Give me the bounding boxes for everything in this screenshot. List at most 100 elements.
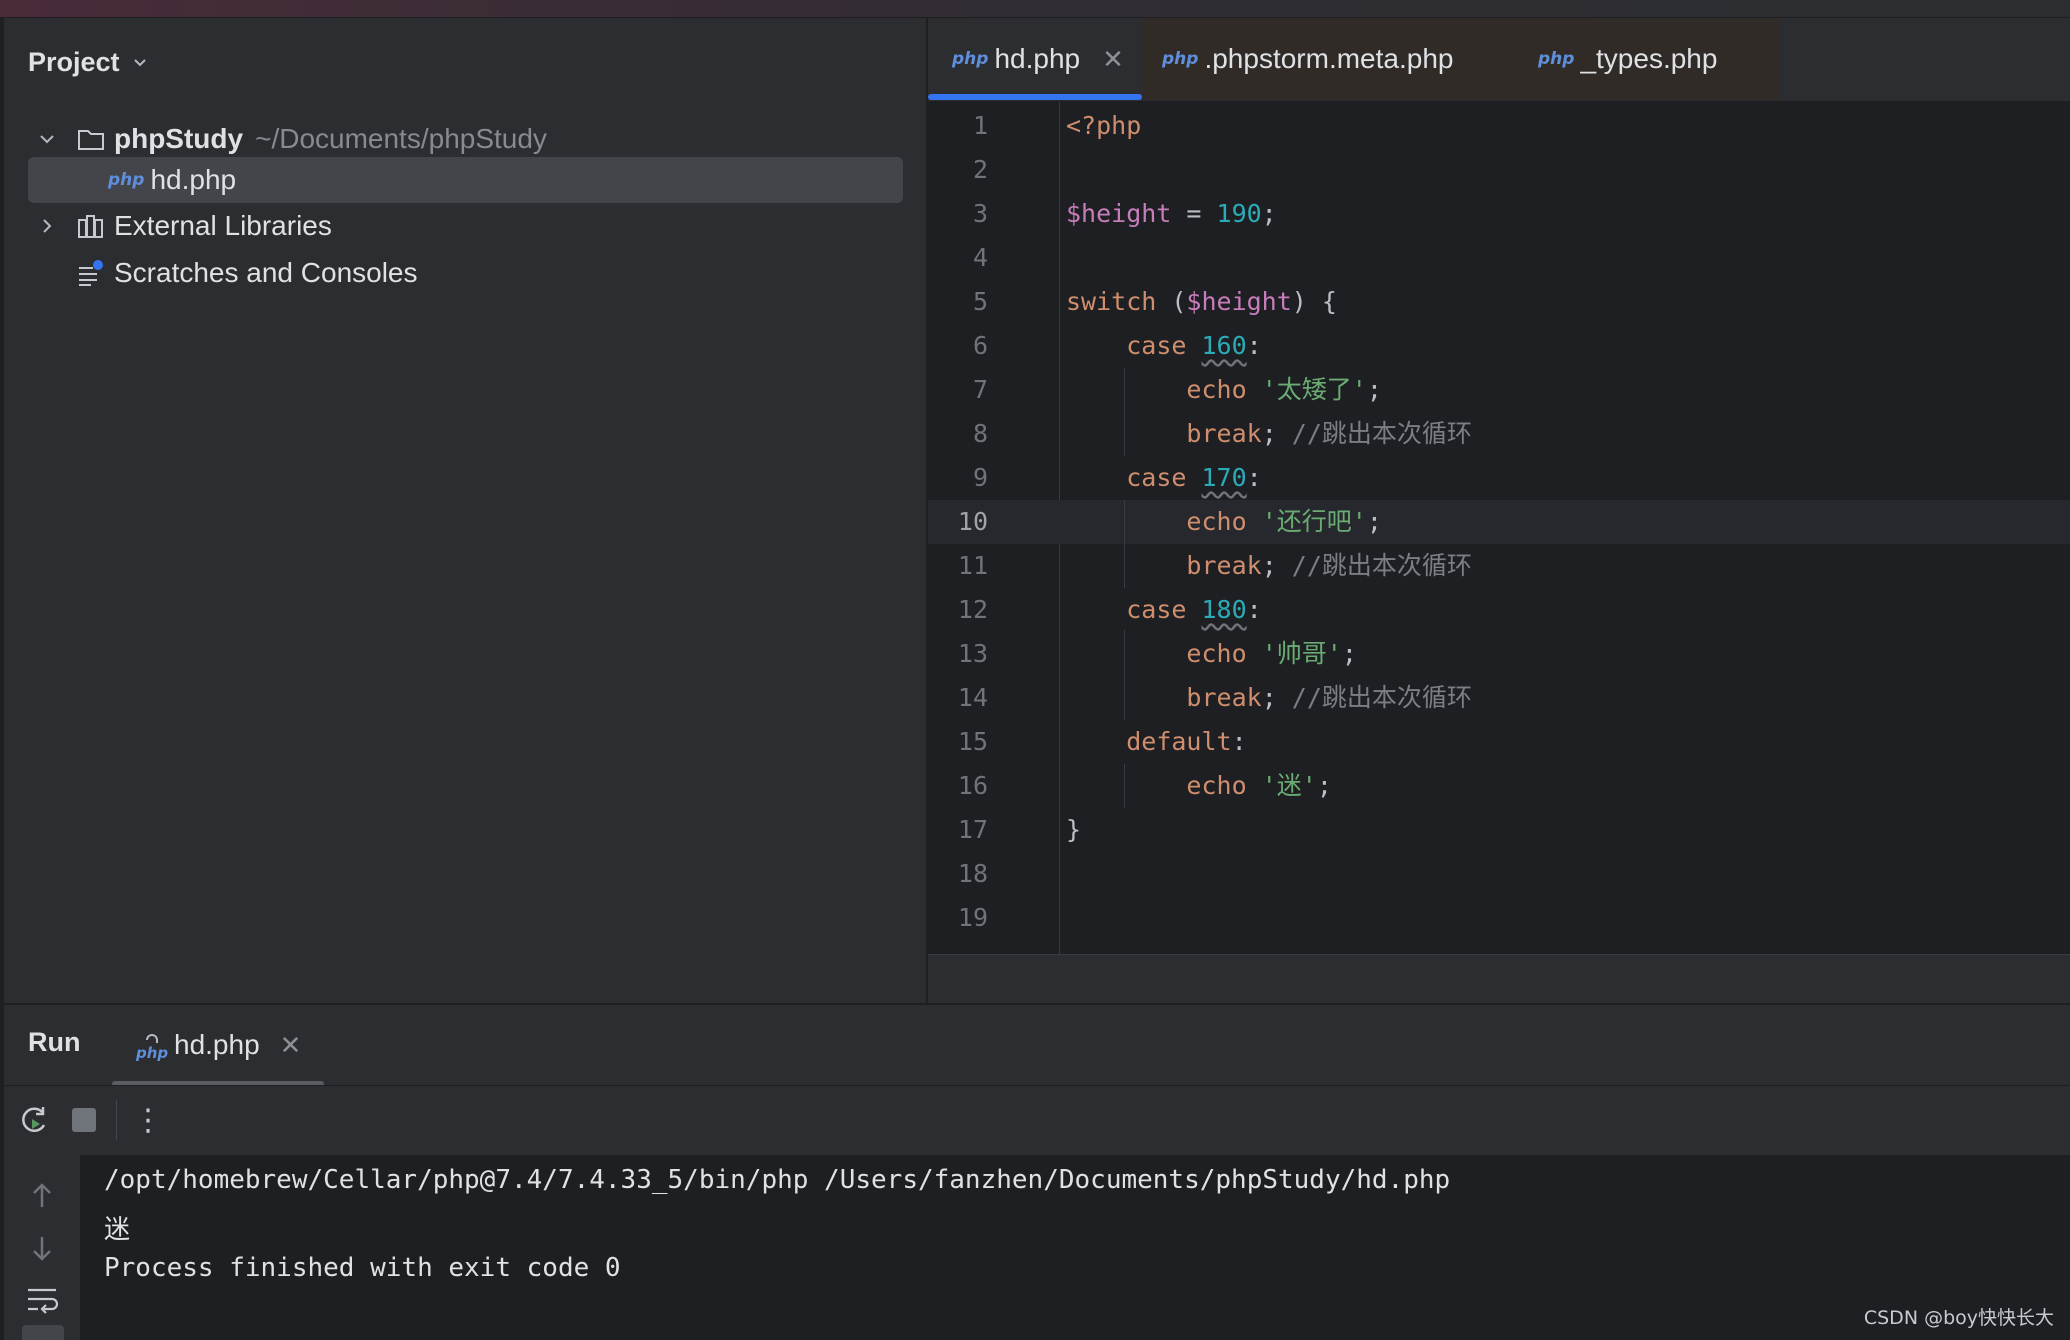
library-icon — [78, 215, 103, 238]
line-number: 6 — [972, 331, 988, 360]
editor-tabbar: php hd.php ✕ php .phpstorm.meta.php php … — [928, 18, 2070, 102]
code-text: <?php — [1066, 111, 1142, 140]
indent-guide — [1124, 764, 1125, 808]
code-line[interactable]: 15 default: — [928, 720, 2070, 764]
code-line[interactable]: 14 break; //跳出本次循环 — [928, 676, 2070, 720]
line-number: 11 — [957, 551, 988, 580]
arrow-down-icon[interactable] — [30, 1233, 54, 1263]
code-text: case 160: — [1126, 331, 1262, 360]
code-editor[interactable]: 1 <?php 2 3 $height = 190; 4 5 switch ($height)… — [928, 102, 2070, 956]
code-text: case 180: — [1126, 595, 1262, 624]
line-number: 15 — [957, 727, 988, 756]
chevron-right-icon[interactable] — [36, 215, 58, 237]
editor-bottom-area — [928, 954, 2070, 1003]
code-line[interactable]: 13 echo '帅哥'; — [928, 632, 2070, 676]
code-text: break; //跳出本次循环 — [1186, 419, 1472, 448]
code-line[interactable]: 4 — [928, 236, 2070, 280]
chevron-down-icon[interactable] — [36, 128, 58, 150]
tree-item-label: phpStudy — [114, 123, 244, 154]
tab-label: _types.php — [1580, 43, 1718, 74]
line-number: 2 — [972, 155, 988, 184]
run-panel-header: Run php hd.php ✕ — [0, 1005, 2070, 1087]
arrow-up-icon[interactable] — [30, 1181, 54, 1211]
run-tab-hd-php[interactable]: php hd.php ✕ — [134, 1023, 301, 1067]
code-line[interactable]: 17} — [928, 808, 2070, 852]
run-tab-label: hd.php — [174, 1029, 260, 1060]
more-options-icon[interactable]: ⋮ — [133, 1102, 163, 1138]
watermark: CSDN @boy快快长大 — [1863, 1307, 2054, 1329]
php-file-icon: php — [1538, 49, 1575, 69]
code-line[interactable]: 11 break; //跳出本次循环 — [928, 544, 2070, 588]
code-line[interactable]: 3 $height = 190; — [928, 192, 2070, 236]
svg-text:php: php — [135, 1044, 168, 1062]
line-number: 4 — [972, 243, 988, 272]
run-title: Run — [28, 1027, 81, 1057]
tree-item-path: ~/Documents/phpStudy — [255, 123, 547, 154]
console-status: Process finished with exit code 0 — [104, 1253, 621, 1283]
php-file-icon: php — [1162, 49, 1199, 69]
line-number: 10 — [957, 507, 988, 536]
line-number: 8 — [972, 419, 988, 448]
code-line[interactable]: 9 case 170: — [928, 456, 2070, 500]
code-line[interactable]: 6 case 160: — [928, 324, 2070, 368]
scratches-icon — [79, 260, 103, 286]
tree-item-external-libraries[interactable]: External Libraries — [28, 203, 332, 249]
line-number: 13 — [957, 639, 988, 668]
tab-types-php[interactable]: php _types.php — [1538, 18, 1758, 100]
rerun-icon[interactable] — [16, 1102, 52, 1138]
code-line[interactable]: 16 echo '迷'; — [928, 764, 2070, 808]
console-output-line: 迷 — [104, 1215, 131, 1245]
project-pane: Project phpStudy ~/Documents/phpStudy ph… — [0, 18, 926, 1003]
code-line[interactable]: 10 echo '还行吧'; — [928, 500, 2070, 544]
php-file-icon: php — [952, 49, 989, 69]
tree-item-scratches[interactable]: Scratches and Consoles — [28, 250, 418, 296]
code-line[interactable]: 1 <?php — [928, 104, 2070, 148]
line-number: 7 — [972, 375, 988, 404]
code-line[interactable]: 19 — [928, 896, 2070, 940]
code-line[interactable]: 8 break; //跳出本次循环 — [928, 412, 2070, 456]
window-title-strip — [0, 0, 2070, 18]
code-text: echo '帅哥'; — [1186, 639, 1357, 668]
code-line[interactable]: 2 — [928, 148, 2070, 192]
line-number: 18 — [957, 859, 988, 888]
tree-item-label: External Libraries — [114, 210, 332, 241]
php-run-icon: php — [135, 1034, 168, 1062]
tab-hd-php[interactable]: php hd.php ✕ — [928, 18, 1142, 100]
scroll-to-end-icon[interactable] — [22, 1325, 64, 1340]
line-number: 16 — [957, 771, 988, 800]
code-text: } — [1066, 815, 1082, 844]
code-line[interactable]: 7 echo '太矮了'; — [928, 368, 2070, 412]
code-line[interactable]: 18 — [928, 852, 2070, 896]
code-text: break; //跳出本次循环 — [1186, 551, 1472, 580]
console-command: /opt/homebrew/Cellar/php@7.4/7.4.33_5/bi… — [104, 1165, 1451, 1195]
run-toolbar: ⋮ — [0, 1085, 2070, 1155]
close-icon[interactable]: ✕ — [280, 1030, 302, 1061]
soft-wrap-icon[interactable] — [26, 1285, 58, 1315]
tree-item-phpstudy[interactable]: phpStudy ~/Documents/phpStudy — [28, 116, 547, 162]
project-title: Project — [28, 46, 120, 77]
code-text: default: — [1126, 727, 1247, 756]
code-text: case 170: — [1126, 463, 1262, 492]
console-output[interactable]: /opt/homebrew/Cellar/php@7.4/7.4.33_5/bi… — [80, 1155, 2070, 1340]
tab-label: .phpstorm.meta.php — [1204, 43, 1454, 74]
code-line[interactable]: 5 switch ($height) { — [928, 280, 2070, 324]
project-view-selector[interactable]: Project — [28, 42, 150, 82]
tree-item-hd-php[interactable]: php hd.php — [28, 157, 903, 203]
tab-phpstorm-meta[interactable]: php .phpstorm.meta.php — [1162, 18, 1522, 100]
line-number: 5 — [972, 287, 988, 316]
php-file-icon: php — [108, 170, 145, 190]
line-number: 9 — [972, 463, 988, 492]
code-text: break; //跳出本次循环 — [1186, 683, 1472, 712]
code-text: echo '太矮了'; — [1186, 375, 1382, 404]
close-icon[interactable]: ✕ — [1102, 44, 1124, 75]
console-side-toolbar — [0, 1155, 80, 1340]
chevron-down-icon — [133, 59, 146, 67]
line-number: 3 — [972, 199, 988, 228]
indent-guide — [1124, 632, 1125, 720]
code-text: switch ($height) { — [1066, 287, 1337, 316]
stop-icon[interactable] — [70, 1106, 98, 1134]
line-number: 12 — [957, 595, 988, 624]
line-number: 19 — [957, 903, 988, 932]
tree-item-label: Scratches and Consoles — [114, 257, 418, 288]
code-line[interactable]: 12 case 180: — [928, 588, 2070, 632]
